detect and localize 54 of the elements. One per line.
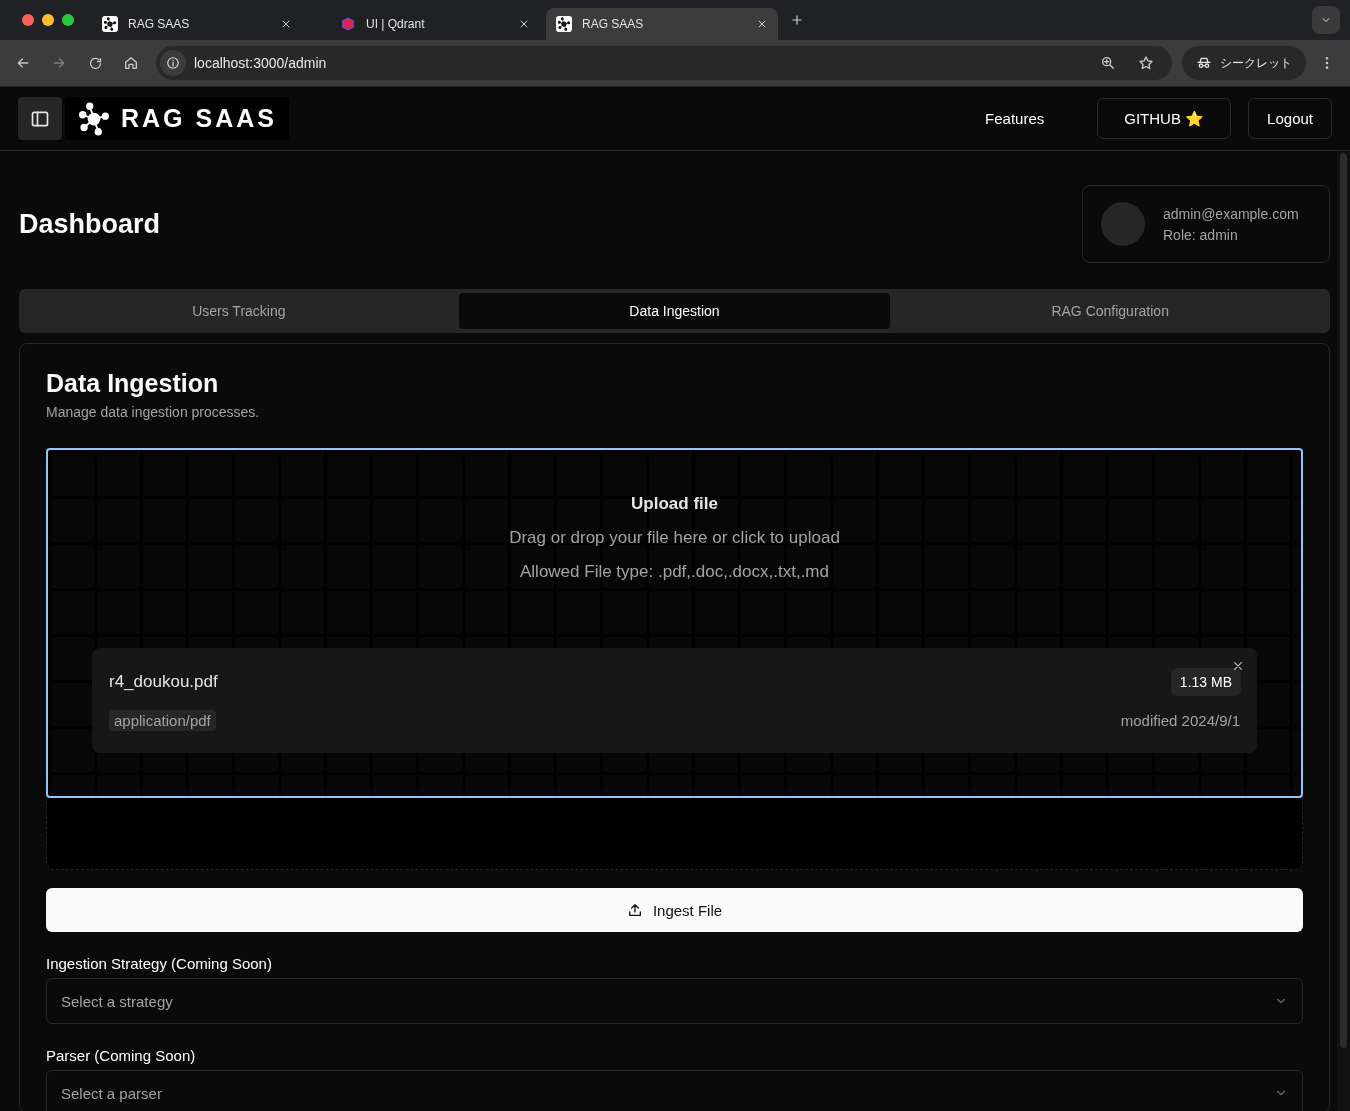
card-subtitle: Manage data ingestion processes. xyxy=(46,404,261,420)
scrollbar-thumb[interactable] xyxy=(1340,153,1347,1048)
file-modified-date: modified 2024/9/1 xyxy=(1120,712,1240,729)
file-name: r4_doukou.pdf xyxy=(109,672,218,692)
browser-tab[interactable]: RAG SAAS xyxy=(546,8,778,40)
logo[interactable]: RAG SAAS xyxy=(65,97,289,140)
nav-button[interactable]: GITHUB ⭐ xyxy=(1097,98,1232,139)
logo-icon xyxy=(102,16,118,32)
allowed-types-text: Allowed File type: .pdf,.doc,.docx,.txt,.md xyxy=(520,562,829,582)
user-email: admin@example.com xyxy=(1163,205,1299,222)
file-size: 1.13 MB xyxy=(1170,668,1241,696)
card-title: Data Ingestion xyxy=(46,369,220,398)
logo-text: RAG SAAS xyxy=(121,104,277,133)
nav-link[interactable]: Features xyxy=(985,110,1045,127)
profile-label: シークレット xyxy=(1220,54,1292,72)
url-text: localhost:3000/admin xyxy=(194,55,327,71)
incognito-button[interactable]: シークレット xyxy=(1182,46,1306,80)
file-dropzone[interactable]: Upload file Drag or drop your file here or click to upload Allowed File type: .pdf,.doc,.docx,.txt,.md r4_doukou.pdf 1.13 MB application/pdf modified 2024/9/1 xyxy=(46,448,1303,798)
close-icon[interactable] xyxy=(280,18,292,30)
avatar xyxy=(1101,202,1145,246)
logo-icon xyxy=(77,101,111,136)
tab[interactable]: Users Tracking xyxy=(23,293,455,329)
incognito-icon xyxy=(1196,55,1212,71)
tab-title: RAG SAAS xyxy=(128,17,191,31)
tab[interactable]: Data Ingestion xyxy=(458,293,891,329)
sidebar-toggle-button[interactable] xyxy=(18,97,62,140)
window-control-dot[interactable] xyxy=(62,14,74,26)
user-role: Role: admin xyxy=(1163,226,1239,243)
plus-icon[interactable] xyxy=(790,13,804,27)
select-field[interactable]: Select a strategy xyxy=(46,978,1303,1024)
upload-hint: Drag or drop your file here or click to upload xyxy=(509,528,840,548)
field-label: Parser (Coming Soon) xyxy=(46,1047,197,1064)
field-label: Ingestion Strategy (Coming Soon) xyxy=(46,955,273,972)
tab[interactable]: RAG Configuration xyxy=(894,293,1326,329)
nav-button[interactable]: Logout xyxy=(1248,98,1332,139)
close-icon[interactable] xyxy=(518,18,530,30)
close-icon[interactable] xyxy=(756,18,768,30)
tab-title: RAG SAAS xyxy=(582,17,645,31)
select-field[interactable]: Select a parser xyxy=(46,1070,1303,1111)
upload-icon xyxy=(626,902,643,918)
file-type: application/pdf xyxy=(109,710,216,731)
close-icon[interactable] xyxy=(1231,659,1245,673)
upload-title: Upload file xyxy=(631,494,718,514)
browser-tab[interactable]: UI | Qdrant xyxy=(330,8,540,40)
browser-tab[interactable]: RAG SAAS xyxy=(92,8,302,40)
hexagon-icon xyxy=(340,16,356,32)
window-control-dot[interactable] xyxy=(42,14,54,26)
logo-icon xyxy=(556,16,572,32)
page-title: Dashboard xyxy=(19,208,161,240)
address-bar[interactable]: localhost:3000/admin xyxy=(156,46,1172,80)
ingest-file-button[interactable]: Ingest File xyxy=(46,888,1303,932)
window-control-dot[interactable] xyxy=(22,14,34,26)
tab-title: UI | Qdrant xyxy=(366,17,426,31)
info-icon[interactable] xyxy=(160,50,186,76)
